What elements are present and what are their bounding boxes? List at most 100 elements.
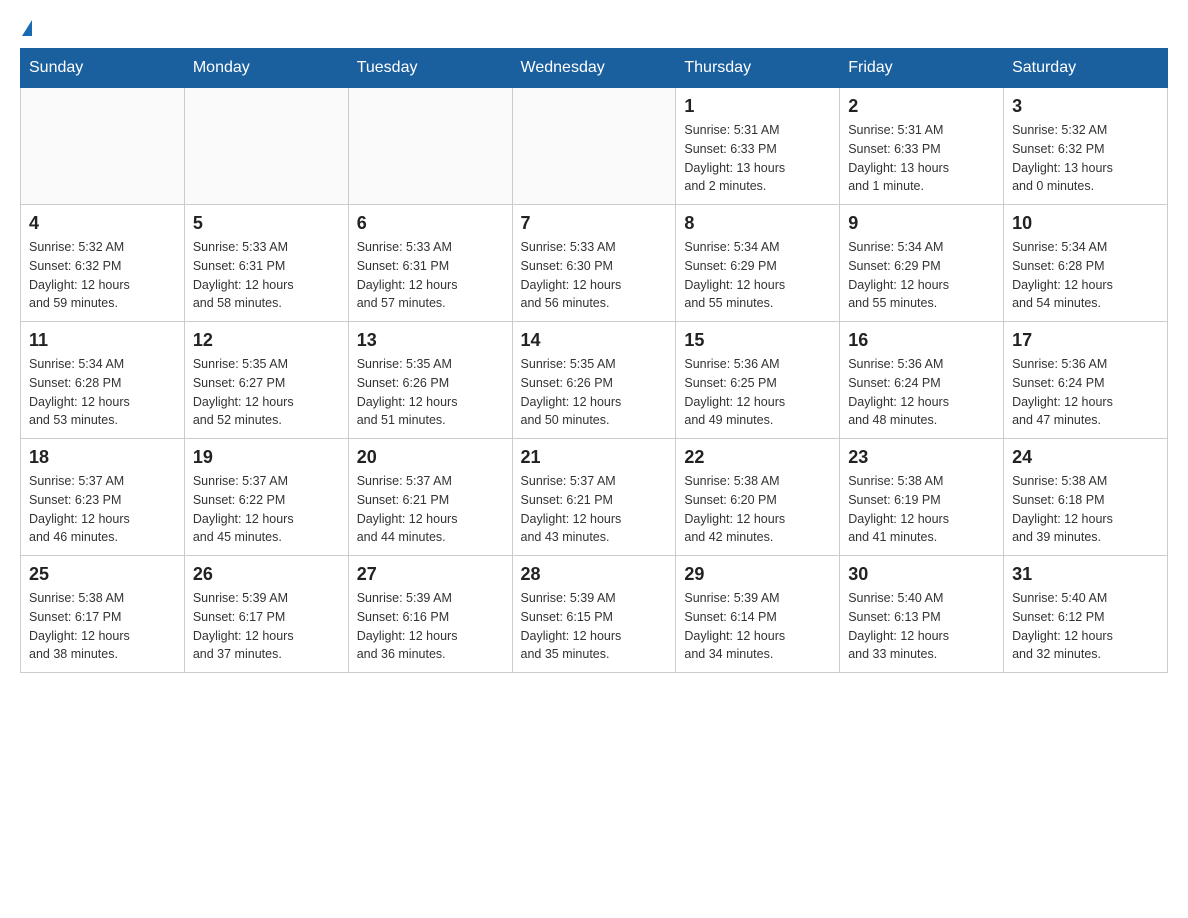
calendar-cell: 19 Sunrise: 5:37 AMSunset: 6:22 PMDayligh…: [184, 439, 348, 556]
day-number: 14: [521, 330, 668, 351]
calendar-cell: [348, 88, 512, 205]
day-info: Sunrise: 5:35 AMSunset: 6:26 PMDaylight:…: [357, 355, 504, 430]
day-number: 23: [848, 447, 995, 468]
column-header-saturday: Saturday: [1004, 49, 1168, 88]
day-number: 18: [29, 447, 176, 468]
day-number: 10: [1012, 213, 1159, 234]
day-info: Sunrise: 5:37 AMSunset: 6:22 PMDaylight:…: [193, 472, 340, 547]
day-number: 28: [521, 564, 668, 585]
day-info: Sunrise: 5:40 AMSunset: 6:12 PMDaylight:…: [1012, 589, 1159, 664]
day-number: 19: [193, 447, 340, 468]
calendar-cell: 6 Sunrise: 5:33 AMSunset: 6:31 PMDaylight…: [348, 205, 512, 322]
day-number: 31: [1012, 564, 1159, 585]
header: [20, 20, 1168, 38]
calendar-cell: 7Sunrise: 5:33 AMSunset: 6:30 PMDaylight…: [512, 205, 676, 322]
day-info: Sunrise: 5:38 AMSunset: 6:17 PMDaylight:…: [29, 589, 176, 664]
day-number: 3: [1012, 96, 1159, 117]
day-number: 13: [357, 330, 504, 351]
day-number: 1: [684, 96, 831, 117]
calendar-week-row: 11Sunrise: 5:34 AMSunset: 6:28 PMDayligh…: [21, 322, 1168, 439]
day-info: Sunrise: 5:31 AMSunset: 6:33 PMDaylight:…: [684, 121, 831, 196]
day-number: 15: [684, 330, 831, 351]
day-number: 26: [193, 564, 340, 585]
calendar-cell: 25 Sunrise: 5:38 AMSunset: 6:17 PMDayligh…: [21, 556, 185, 673]
day-info: Sunrise: 5:38 AMSunset: 6:19 PMDaylight:…: [848, 472, 995, 547]
day-number: 27: [357, 564, 504, 585]
day-info: Sunrise: 5:37 AMSunset: 6:23 PMDaylight:…: [29, 472, 176, 547]
calendar-cell: 12Sunrise: 5:35 AMSunset: 6:27 PMDayligh…: [184, 322, 348, 439]
day-number: 22: [684, 447, 831, 468]
calendar-cell: 21Sunrise: 5:37 AMSunset: 6:21 PMDayligh…: [512, 439, 676, 556]
day-info: Sunrise: 5:36 AMSunset: 6:24 PMDaylight:…: [848, 355, 995, 430]
calendar-cell: 22 Sunrise: 5:38 AMSunset: 6:20 PMDayligh…: [676, 439, 840, 556]
day-number: 29: [684, 564, 831, 585]
calendar-cell: 31 Sunrise: 5:40 AMSunset: 6:12 PMDayligh…: [1004, 556, 1168, 673]
calendar-cell: 5Sunrise: 5:33 AMSunset: 6:31 PMDaylight…: [184, 205, 348, 322]
day-number: 8: [684, 213, 831, 234]
column-header-sunday: Sunday: [21, 49, 185, 88]
calendar-cell: 28 Sunrise: 5:39 AMSunset: 6:15 PMDayligh…: [512, 556, 676, 673]
day-number: 30: [848, 564, 995, 585]
calendar-cell: 17 Sunrise: 5:36 AMSunset: 6:24 PMDayligh…: [1004, 322, 1168, 439]
calendar-table: SundayMondayTuesdayWednesdayThursdayFrid…: [20, 48, 1168, 673]
calendar-cell: 29Sunrise: 5:39 AMSunset: 6:14 PMDayligh…: [676, 556, 840, 673]
day-info: Sunrise: 5:37 AMSunset: 6:21 PMDaylight:…: [357, 472, 504, 547]
day-info: Sunrise: 5:34 AMSunset: 6:29 PMDaylight:…: [848, 238, 995, 313]
column-header-thursday: Thursday: [676, 49, 840, 88]
day-number: 24: [1012, 447, 1159, 468]
day-number: 2: [848, 96, 995, 117]
day-info: Sunrise: 5:34 AMSunset: 6:28 PMDaylight:…: [1012, 238, 1159, 313]
calendar-cell: 16 Sunrise: 5:36 AMSunset: 6:24 PMDayligh…: [840, 322, 1004, 439]
day-info: Sunrise: 5:32 AMSunset: 6:32 PMDaylight:…: [1012, 121, 1159, 196]
day-info: Sunrise: 5:36 AMSunset: 6:24 PMDaylight:…: [1012, 355, 1159, 430]
calendar-cell: 14 Sunrise: 5:35 AMSunset: 6:26 PMDayligh…: [512, 322, 676, 439]
day-info: Sunrise: 5:39 AMSunset: 6:15 PMDaylight:…: [521, 589, 668, 664]
day-number: 25: [29, 564, 176, 585]
calendar-cell: 9 Sunrise: 5:34 AMSunset: 6:29 PMDaylight…: [840, 205, 1004, 322]
day-number: 4: [29, 213, 176, 234]
day-info: Sunrise: 5:38 AMSunset: 6:18 PMDaylight:…: [1012, 472, 1159, 547]
calendar-week-row: 1 Sunrise: 5:31 AMSunset: 6:33 PMDaylight…: [21, 88, 1168, 205]
day-number: 17: [1012, 330, 1159, 351]
day-info: Sunrise: 5:31 AMSunset: 6:33 PMDaylight:…: [848, 121, 995, 196]
calendar-week-row: 18 Sunrise: 5:37 AMSunset: 6:23 PMDayligh…: [21, 439, 1168, 556]
calendar-cell: 2 Sunrise: 5:31 AMSunset: 6:33 PMDaylight…: [840, 88, 1004, 205]
calendar-cell: 15 Sunrise: 5:36 AMSunset: 6:25 PMDayligh…: [676, 322, 840, 439]
day-info: Sunrise: 5:36 AMSunset: 6:25 PMDaylight:…: [684, 355, 831, 430]
calendar-cell: 1 Sunrise: 5:31 AMSunset: 6:33 PMDaylight…: [676, 88, 840, 205]
calendar-cell: 20 Sunrise: 5:37 AMSunset: 6:21 PMDayligh…: [348, 439, 512, 556]
day-info: Sunrise: 5:39 AMSunset: 6:16 PMDaylight:…: [357, 589, 504, 664]
day-number: 20: [357, 447, 504, 468]
logo-triangle-icon: [22, 20, 32, 36]
day-number: 5: [193, 213, 340, 234]
calendar-cell: 10 Sunrise: 5:34 AMSunset: 6:28 PMDayligh…: [1004, 205, 1168, 322]
column-header-friday: Friday: [840, 49, 1004, 88]
calendar-cell: [21, 88, 185, 205]
day-info: Sunrise: 5:32 AMSunset: 6:32 PMDaylight:…: [29, 238, 176, 313]
calendar-cell: [512, 88, 676, 205]
calendar-cell: 3 Sunrise: 5:32 AMSunset: 6:32 PMDaylight…: [1004, 88, 1168, 205]
day-number: 12: [193, 330, 340, 351]
day-number: 16: [848, 330, 995, 351]
calendar-cell: 30 Sunrise: 5:40 AMSunset: 6:13 PMDayligh…: [840, 556, 1004, 673]
calendar-cell: 27 Sunrise: 5:39 AMSunset: 6:16 PMDayligh…: [348, 556, 512, 673]
calendar-cell: [184, 88, 348, 205]
day-info: Sunrise: 5:34 AMSunset: 6:28 PMDaylight:…: [29, 355, 176, 430]
column-header-wednesday: Wednesday: [512, 49, 676, 88]
day-number: 6: [357, 213, 504, 234]
day-info: Sunrise: 5:40 AMSunset: 6:13 PMDaylight:…: [848, 589, 995, 664]
calendar-week-row: 4 Sunrise: 5:32 AMSunset: 6:32 PMDaylight…: [21, 205, 1168, 322]
day-info: Sunrise: 5:37 AMSunset: 6:21 PMDaylight:…: [521, 472, 668, 547]
day-info: Sunrise: 5:38 AMSunset: 6:20 PMDaylight:…: [684, 472, 831, 547]
column-header-monday: Monday: [184, 49, 348, 88]
calendar-cell: 13 Sunrise: 5:35 AMSunset: 6:26 PMDayligh…: [348, 322, 512, 439]
logo: [20, 20, 32, 38]
calendar-cell: 26Sunrise: 5:39 AMSunset: 6:17 PMDayligh…: [184, 556, 348, 673]
calendar-cell: 24 Sunrise: 5:38 AMSunset: 6:18 PMDayligh…: [1004, 439, 1168, 556]
day-number: 9: [848, 213, 995, 234]
calendar-cell: 23 Sunrise: 5:38 AMSunset: 6:19 PMDayligh…: [840, 439, 1004, 556]
day-info: Sunrise: 5:35 AMSunset: 6:26 PMDaylight:…: [521, 355, 668, 430]
day-info: Sunrise: 5:33 AMSunset: 6:31 PMDaylight:…: [357, 238, 504, 313]
calendar-cell: 8Sunrise: 5:34 AMSunset: 6:29 PMDaylight…: [676, 205, 840, 322]
day-info: Sunrise: 5:33 AMSunset: 6:30 PMDaylight:…: [521, 238, 668, 313]
